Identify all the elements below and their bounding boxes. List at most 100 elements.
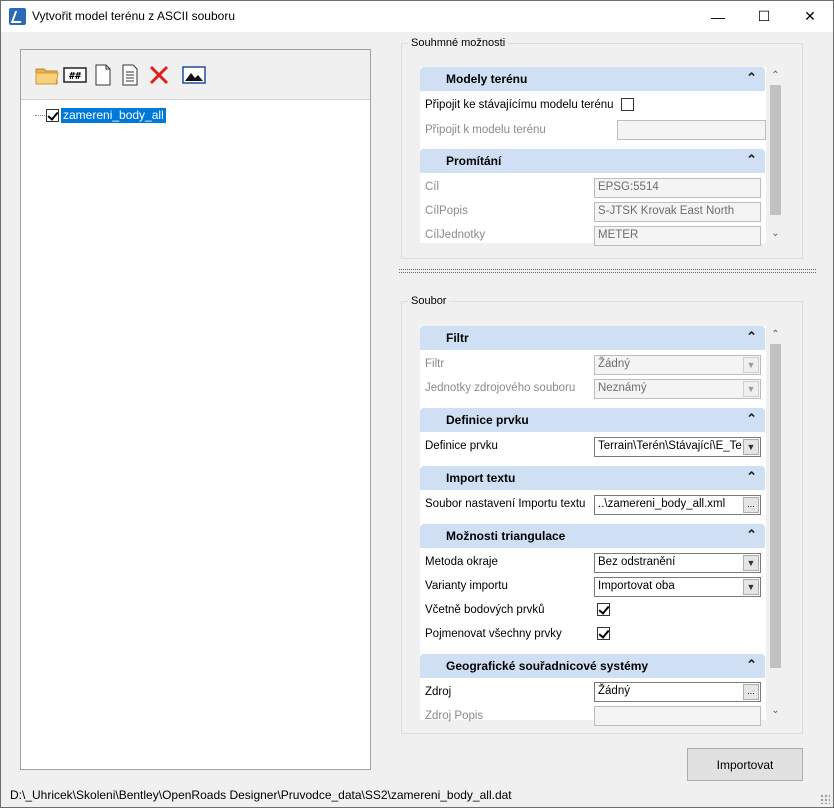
collapse-icon[interactable]: ⌃ bbox=[746, 411, 757, 427]
models-section-header[interactable]: Modely terénu ⌃ bbox=[420, 67, 765, 91]
source-label: Zdroj bbox=[425, 686, 452, 698]
filter-section-header[interactable]: Filtr ⌃ bbox=[420, 326, 765, 350]
collapse-icon[interactable]: ⌃ bbox=[746, 469, 757, 485]
source-files-panel: ## zamereni_body_all bbox=[20, 49, 371, 770]
edge-method-label: Metoda okraje bbox=[425, 556, 498, 568]
cilpopis-label: CílPopis bbox=[425, 205, 468, 217]
resize-grip-icon[interactable] bbox=[820, 794, 830, 804]
summary-legend: Souhmné možnosti bbox=[408, 37, 509, 49]
import-text-section-header[interactable]: Import textu ⌃ bbox=[420, 466, 765, 490]
open-folder-icon[interactable] bbox=[35, 64, 59, 86]
cil-field: EPSG:5514 bbox=[594, 178, 761, 198]
file-scrollbar[interactable]: ⌃ ⌄ bbox=[767, 326, 784, 720]
feature-def-value: Terrain\Terén\Stávající\E_Te bbox=[598, 440, 742, 452]
scroll-down-icon[interactable]: ⌄ bbox=[767, 225, 784, 242]
scroll-down-icon[interactable]: ⌄ bbox=[767, 702, 784, 719]
projection-section-header[interactable]: Promítání ⌃ bbox=[420, 149, 765, 173]
filter-select: Žádný ▼ bbox=[594, 355, 761, 375]
gcs-section-header[interactable]: Geografické souřadnicové systémy ⌃ bbox=[420, 654, 765, 678]
source-desc-label: Zdroj Popis bbox=[425, 710, 484, 722]
filter-label: Filtr bbox=[425, 358, 445, 370]
collapse-icon[interactable]: ⌃ bbox=[746, 657, 757, 673]
units-label: Jednotky zdrojového souboru bbox=[425, 382, 576, 394]
units-select-value: Neznámý bbox=[598, 382, 647, 394]
ciljednotky-label: CílJednotky bbox=[425, 229, 486, 241]
import-variants-value: Importovat oba bbox=[598, 580, 675, 592]
tree-connector bbox=[35, 114, 45, 116]
tree-item-label[interactable]: zamereni_body_all bbox=[61, 107, 166, 123]
scroll-thumb[interactable] bbox=[770, 85, 781, 215]
title-bar: Vytvořit model terénu z ASCII souboru — … bbox=[1, 1, 833, 32]
panel-splitter[interactable] bbox=[399, 269, 816, 273]
maximize-button[interactable]: ☐ bbox=[741, 1, 787, 32]
models-section-title: Modely terénu bbox=[446, 72, 528, 86]
import-settings-field[interactable]: ..\zamereni_body_all.xml ... bbox=[594, 495, 761, 515]
edge-method-value: Bez odstranění bbox=[598, 556, 676, 568]
import-settings-value: ..\zamereni_body_all.xml bbox=[598, 498, 726, 510]
feature-def-label: Definice prvku bbox=[425, 440, 498, 452]
status-path: D:\_Uhricek\Skoleni\Bentley\OpenRoads De… bbox=[10, 788, 512, 802]
close-button[interactable]: ✕ bbox=[787, 1, 833, 32]
triangulation-section-header[interactable]: Možnosti triangulace ⌃ bbox=[420, 524, 765, 548]
file-legend: Soubor bbox=[408, 295, 450, 307]
import-settings-label: Soubor nastavení Importu textu bbox=[425, 498, 586, 510]
grid-icon[interactable]: ## bbox=[63, 64, 87, 86]
browse-icon[interactable]: ... bbox=[743, 684, 759, 700]
image-preview-icon[interactable] bbox=[182, 64, 206, 86]
feature-section-header[interactable]: Definice prvku ⌃ bbox=[420, 408, 765, 432]
attach-to-label: Připojit k modelu terénu bbox=[425, 124, 546, 136]
import-button[interactable]: Importovat bbox=[687, 748, 803, 781]
app-icon bbox=[9, 8, 26, 25]
source-desc-field bbox=[594, 706, 761, 726]
collapse-icon[interactable]: ⌃ bbox=[746, 329, 757, 345]
include-points-checkbox[interactable] bbox=[597, 603, 610, 616]
chevron-down-icon[interactable]: ▼ bbox=[743, 555, 759, 571]
attach-to-field bbox=[617, 120, 766, 140]
chevron-down-icon: ▼ bbox=[743, 381, 759, 397]
new-document-icon[interactable] bbox=[93, 64, 113, 86]
chevron-down-icon[interactable]: ▼ bbox=[743, 579, 759, 595]
ciljednotky-field: METER bbox=[594, 226, 761, 246]
feature-section-title: Definice prvku bbox=[446, 413, 529, 427]
name-all-checkbox[interactable] bbox=[597, 627, 610, 640]
import-variants-label: Varianty importu bbox=[425, 580, 508, 592]
name-all-label: Pojmenovat všechny prvky bbox=[425, 628, 562, 640]
attach-checkbox[interactable] bbox=[621, 98, 634, 111]
dialog-window: Vytvořit model terénu z ASCII souboru — … bbox=[0, 0, 834, 808]
summary-scrollbar[interactable]: ⌃ ⌄ bbox=[767, 67, 784, 243]
collapse-icon[interactable]: ⌃ bbox=[746, 152, 757, 168]
projection-section-title: Promítání bbox=[446, 154, 502, 168]
cil-label: Cíl bbox=[425, 181, 440, 193]
import-variants-select[interactable]: Importovat oba ▼ bbox=[594, 577, 761, 597]
tree-item-checkbox[interactable] bbox=[46, 108, 59, 122]
scroll-thumb[interactable] bbox=[770, 344, 781, 668]
triangulation-section-title: Možnosti triangulace bbox=[446, 529, 566, 543]
source-field[interactable]: Žádný ... bbox=[594, 682, 761, 702]
collapse-icon[interactable]: ⌃ bbox=[746, 70, 757, 86]
collapse-icon[interactable]: ⌃ bbox=[746, 527, 757, 543]
browse-icon[interactable]: ... bbox=[743, 497, 759, 513]
filter-select-value: Žádný bbox=[598, 358, 630, 370]
source-value: Žádný bbox=[598, 685, 630, 697]
svg-text:##: ## bbox=[69, 71, 81, 82]
units-select: Neznámý ▼ bbox=[594, 379, 761, 399]
text-document-icon[interactable] bbox=[120, 64, 140, 86]
cilpopis-field: S-JTSK Krovak East North bbox=[594, 202, 761, 222]
status-bar: D:\_Uhricek\Skoleni\Bentley\OpenRoads De… bbox=[1, 783, 833, 807]
chevron-down-icon[interactable]: ▼ bbox=[743, 439, 759, 455]
file-scroller: Filtr ⌃ Filtr Žádný ▼ Jednotky zdrojovéh… bbox=[420, 326, 766, 726]
feature-def-select[interactable]: Terrain\Terén\Stávající\E_Te ▼ bbox=[594, 437, 761, 457]
gcs-section-title: Geografické souřadnicové systémy bbox=[446, 659, 649, 673]
summary-scroller: Modely terénu ⌃ Připojit ke stávajícímu … bbox=[420, 67, 766, 246]
filter-section-title: Filtr bbox=[446, 331, 469, 345]
include-points-label: Včetně bodových prvků bbox=[425, 604, 545, 616]
scroll-up-icon[interactable]: ⌃ bbox=[767, 326, 784, 343]
chevron-down-icon: ▼ bbox=[743, 357, 759, 373]
scroll-up-icon[interactable]: ⌃ bbox=[767, 67, 784, 84]
minimize-button[interactable]: — bbox=[695, 1, 741, 32]
edge-method-select[interactable]: Bez odstranění ▼ bbox=[594, 553, 761, 573]
window-title: Vytvořit model terénu z ASCII souboru bbox=[32, 9, 235, 23]
import-text-section-title: Import textu bbox=[446, 471, 516, 485]
tree-item[interactable]: zamereni_body_all bbox=[35, 107, 166, 123]
delete-icon[interactable] bbox=[148, 64, 170, 86]
